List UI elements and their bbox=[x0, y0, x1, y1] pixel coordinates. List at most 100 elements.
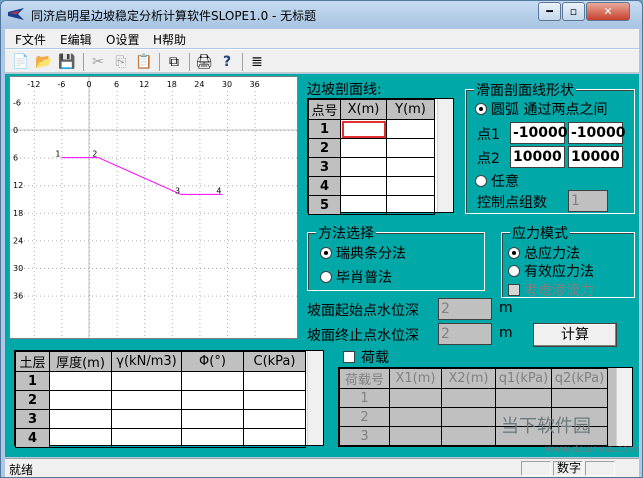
grid-dot bbox=[184, 240, 185, 242]
grid-dot bbox=[254, 191, 256, 192]
table-scrollbar[interactable] bbox=[437, 99, 453, 212]
grid-dot bbox=[260, 295, 261, 297]
x-cell[interactable] bbox=[340, 119, 387, 139]
grid-dot bbox=[61, 271, 63, 272]
help-icon[interactable]: ? bbox=[217, 52, 237, 72]
load-cell[interactable] bbox=[389, 407, 442, 427]
y-cell[interactable] bbox=[386, 195, 435, 215]
grid-dot bbox=[227, 175, 228, 176]
open-folder-icon[interactable]: 📂 bbox=[34, 52, 54, 72]
close-button[interactable]: ✕ bbox=[586, 2, 630, 21]
soil-cell[interactable] bbox=[243, 371, 306, 391]
load-checkbox[interactable] bbox=[343, 351, 355, 363]
soil-cell[interactable] bbox=[181, 371, 244, 391]
title-bar[interactable]: 同济启明星边坡稳定分析计算软件SLOPE1.0 - 无标题 ━ ▫ ✕ bbox=[1, 1, 642, 28]
grid-dot bbox=[227, 159, 228, 160]
soil-cell[interactable] bbox=[181, 428, 244, 448]
menu-edit[interactable]: E编辑 bbox=[60, 31, 92, 48]
grid-dot bbox=[144, 291, 146, 292]
print-icon[interactable]: 🖨 bbox=[194, 52, 214, 72]
bishop-method-radio[interactable] bbox=[320, 271, 332, 283]
soil-cell[interactable] bbox=[111, 428, 182, 448]
load-cell[interactable] bbox=[441, 388, 496, 408]
control-points-input[interactable]: 1 bbox=[568, 190, 608, 212]
grid-dot bbox=[89, 283, 90, 284]
y-cell[interactable] bbox=[386, 176, 435, 196]
y-cell[interactable] bbox=[386, 138, 435, 158]
load-cell[interactable] bbox=[441, 407, 496, 427]
point2-y-input[interactable]: 10000 bbox=[568, 146, 623, 168]
grid-dot bbox=[188, 157, 189, 159]
grid-dot bbox=[76, 130, 77, 131]
grid-dot bbox=[89, 103, 90, 104]
menu-help[interactable]: H帮助 bbox=[153, 31, 186, 48]
y-cell[interactable] bbox=[386, 119, 435, 139]
grid-dot bbox=[144, 171, 146, 172]
point1-x-input[interactable]: -10000 bbox=[510, 122, 568, 144]
new-file-icon[interactable]: 📄 bbox=[11, 52, 31, 72]
grid-dot bbox=[199, 159, 201, 160]
duplicate-icon[interactable]: ⧉ bbox=[164, 52, 184, 72]
grid-dot bbox=[254, 211, 256, 212]
grid-dot bbox=[33, 303, 35, 304]
total-stress-radio[interactable] bbox=[508, 247, 520, 259]
paste-icon[interactable]: 📋 bbox=[134, 52, 154, 72]
grid-dot bbox=[148, 268, 149, 269]
grid-dot bbox=[144, 283, 146, 284]
menu-file[interactable]: F文件 bbox=[15, 31, 46, 48]
grid-dot bbox=[100, 295, 101, 297]
soil-cell[interactable] bbox=[181, 409, 244, 429]
soil-cell[interactable] bbox=[49, 371, 112, 391]
grid-dot bbox=[240, 240, 241, 242]
grid-dot bbox=[33, 131, 35, 132]
soil-cell[interactable] bbox=[49, 390, 112, 410]
x-cell[interactable] bbox=[340, 138, 387, 158]
soil-cell[interactable] bbox=[243, 390, 306, 410]
cut-icon[interactable]: ✂ bbox=[88, 52, 108, 72]
soil-cell[interactable] bbox=[111, 371, 182, 391]
grid-dot bbox=[171, 259, 173, 260]
slope-plot[interactable]: -12 -6 0 6 12 18 24 30 36 -6 0 6 12 18 24 30 36 1 2 3 4 bbox=[9, 76, 298, 339]
start-water-depth-input[interactable]: 2 bbox=[438, 298, 492, 320]
grid-dot bbox=[164, 157, 165, 159]
soil-cell[interactable] bbox=[49, 428, 112, 448]
soil-cell[interactable] bbox=[243, 428, 306, 448]
load-scrollbar[interactable] bbox=[616, 368, 632, 446]
point1-y-input[interactable]: -10000 bbox=[568, 122, 626, 144]
load-cell[interactable] bbox=[389, 426, 442, 446]
list-icon[interactable]: ≣ bbox=[247, 52, 267, 72]
seepage-checkbox[interactable] bbox=[508, 284, 520, 296]
grid-dot bbox=[116, 195, 118, 196]
menu-settings[interactable]: O设置 bbox=[106, 31, 139, 48]
load-cell[interactable] bbox=[389, 388, 442, 408]
soil-scrollbar[interactable] bbox=[307, 351, 323, 445]
swedish-method-radio[interactable] bbox=[320, 247, 332, 259]
grid-dot bbox=[236, 268, 237, 269]
soil-cell[interactable] bbox=[181, 390, 244, 410]
end-water-depth-input[interactable]: 2 bbox=[438, 323, 492, 345]
grid-dot bbox=[61, 103, 63, 104]
minimize-button[interactable]: ━ bbox=[538, 2, 561, 21]
load-cell[interactable] bbox=[441, 426, 496, 446]
soil-cell[interactable] bbox=[49, 409, 112, 429]
y-cell[interactable] bbox=[386, 157, 435, 177]
soil-cell[interactable] bbox=[243, 409, 306, 429]
soil-cell[interactable] bbox=[111, 390, 182, 410]
point2-x-input[interactable]: 10000 bbox=[510, 146, 565, 168]
grid-dot bbox=[208, 102, 209, 104]
x-cell[interactable] bbox=[340, 157, 387, 177]
soil-cell[interactable] bbox=[111, 409, 182, 429]
maximize-button[interactable]: ▫ bbox=[562, 2, 585, 21]
arbitrary-radio[interactable] bbox=[475, 175, 487, 187]
save-icon[interactable]: 💾 bbox=[57, 52, 77, 72]
effective-stress-radio[interactable] bbox=[508, 265, 520, 277]
copy-icon[interactable]: ⎘ bbox=[111, 52, 131, 72]
plot-canvas: -12 -6 0 6 12 18 24 30 36-60612182430361 23 4 bbox=[10, 77, 297, 338]
load-cell[interactable] bbox=[551, 388, 608, 408]
x-cell[interactable] bbox=[340, 195, 387, 215]
grid-dot bbox=[61, 195, 63, 196]
x-cell[interactable] bbox=[340, 176, 387, 196]
load-cell[interactable] bbox=[495, 388, 552, 408]
arc-radio[interactable] bbox=[475, 103, 487, 115]
calculate-button[interactable]: 计算 bbox=[533, 323, 617, 347]
